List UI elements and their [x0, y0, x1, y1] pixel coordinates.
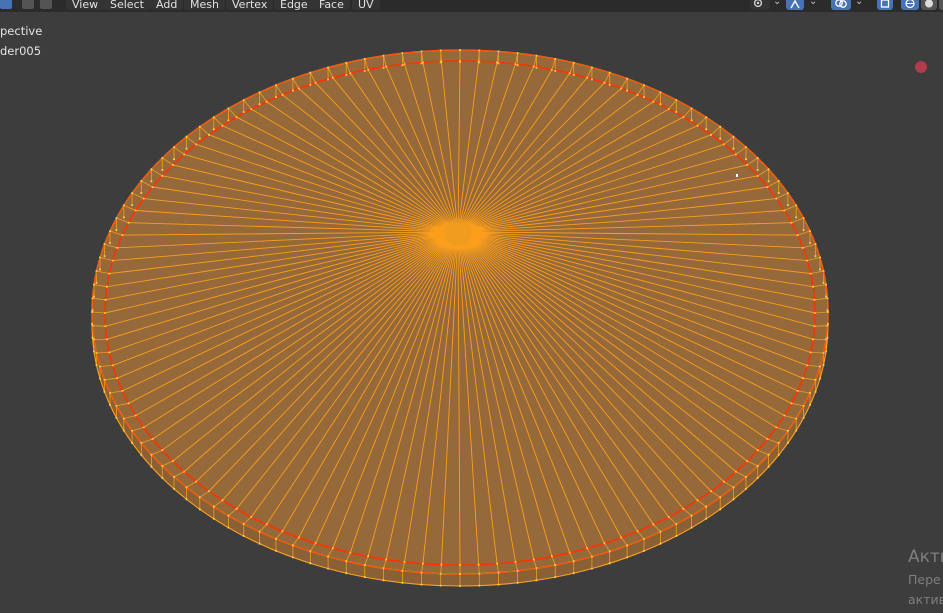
activation-watermark-line: актив: [908, 592, 943, 607]
cursor-mark: [736, 174, 738, 177]
gizmo-axis-dot[interactable]: [915, 61, 927, 73]
viewport-canvas[interactable]: [0, 0, 943, 613]
mesh-center-hub: [444, 218, 472, 246]
activation-watermark-line: Пере: [908, 572, 941, 587]
activation-watermark-title: Акти: [908, 547, 943, 567]
